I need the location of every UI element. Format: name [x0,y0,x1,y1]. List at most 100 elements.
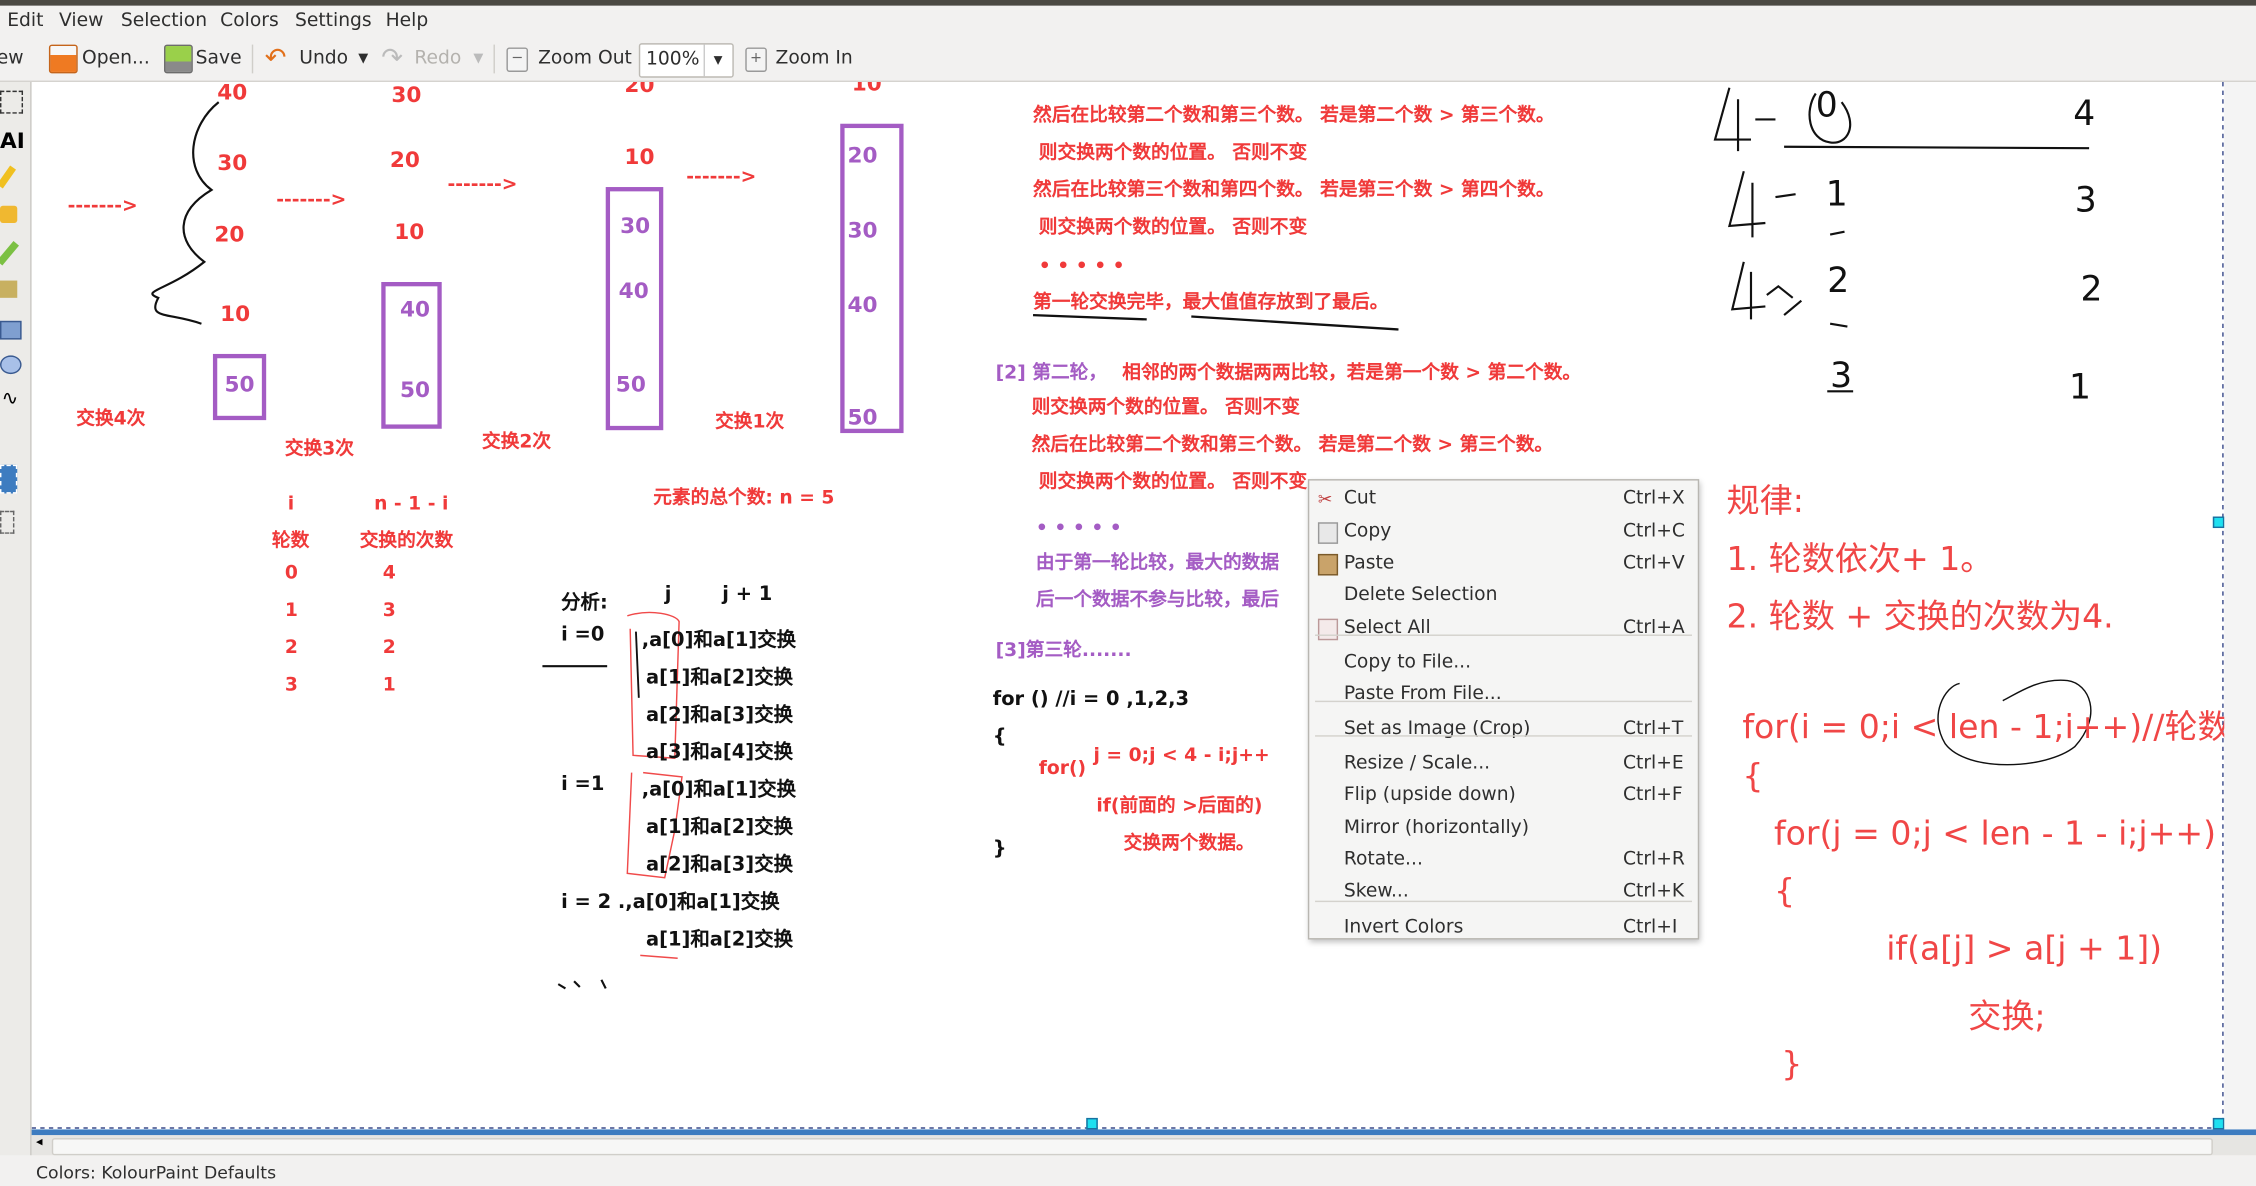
menu-item-shortcut: Ctrl+C [1622,520,1685,543]
unsorted-value: 30 [217,149,248,176]
menu-help[interactable]: Help [386,10,429,32]
chevron-down-icon[interactable]: ▼ [714,53,723,66]
handwritten-number: 3 [1830,355,1853,396]
table-header: i [287,493,295,516]
rule-item: 2. 轮数 + 交换的次数为4. [1726,598,2114,636]
statusbar: Colors: KolourPaint Defaults [0,1155,2256,1186]
zoom-out-button[interactable]: Zoom Out [538,47,632,69]
sorted-value: 40 [618,277,649,304]
zoom-value[interactable]: 100% [646,49,699,71]
menu-view[interactable]: View [59,10,103,32]
save-icon [164,44,193,74]
menu-item-invert-colors[interactable]: Invert Colors Ctrl+I [1309,912,1697,944]
curve-tool-icon[interactable]: ∿ [1,387,18,410]
unsorted-value: 10 [624,143,655,170]
scroll-left-arrow-icon[interactable]: ◂ [36,1135,43,1149]
menu-item-skew[interactable]: Skew... Ctrl+K [1309,876,1697,908]
ellipse-tool-icon[interactable] [0,355,22,375]
sorted-value: 50 [847,404,878,431]
redo-icon: ↷ [381,43,403,74]
handwritten-number: 1 [2068,366,2091,408]
swap-count-label: 交换1次 [715,411,785,434]
selection-mode-opaque-icon[interactable] [0,464,18,494]
text-tool-icon[interactable]: AI [0,128,25,154]
menu-edit[interactable]: Edit [7,10,43,32]
menu-item-rotate[interactable]: Rotate... Ctrl+R [1309,845,1697,877]
selection-mode-transparent-icon[interactable] [0,510,15,534]
menu-item-select-all[interactable]: Select All Ctrl+A [1309,613,1697,645]
menu-item-flip-upside-down[interactable]: Flip (upside down) Ctrl+F [1309,780,1697,812]
selection-resize-handle[interactable] [2212,1117,2225,1130]
zoom-in-button[interactable]: Zoom In [776,47,853,69]
unsorted-value: 10 [220,300,251,327]
menu-item-label: Mirror (horizontally) [1343,817,1530,839]
open-icon [48,44,78,74]
unsorted-value: 40 [217,82,248,106]
rectangle-tool-icon[interactable] [0,320,22,340]
menu-item-label: Invert Colors [1343,916,1464,939]
menu-separator [1315,634,1693,636]
scrollbar-thumb[interactable] [51,1138,2213,1156]
eraser-tool-icon[interactable] [0,280,18,298]
menu-item-delete-selection[interactable]: Delete Selection [1309,580,1697,612]
table-cell: 1 [284,599,298,622]
menu-selection[interactable]: Selection [121,10,207,32]
handwritten-number: 3 [2074,179,2097,221]
color-picker-tool-icon[interactable] [0,240,19,266]
menu-separator [1315,900,1693,903]
zoom-combo[interactable]: 100% ▼ [638,43,734,78]
undo-button[interactable]: Undo [299,47,348,69]
table-cell: 2 [382,637,396,659]
toolbar-separator [251,44,254,74]
round-label: i =0 [561,622,605,647]
sorted-value: 40 [399,296,431,323]
comparison-line: a[1]和a[2]交换 [646,815,794,839]
selection-resize-handle[interactable] [1086,1117,1098,1130]
table-cell: 4 [382,562,396,585]
save-button[interactable]: Save [196,47,242,69]
menu-item-cut[interactable]: ✂ Cut Ctrl+X [1309,483,1697,515]
drawing-canvas[interactable]: 40 30 20 10 50 30 20 10 40 50 20 10 30 40 50 10 20 30 40 50… [31,82,2225,1130]
rules-title: 规律: [1726,483,1804,521]
code-line: if(前面的 >后面的) [1096,795,1263,818]
menu-item-resize-scale[interactable]: Resize / Scale... Ctrl+E [1309,748,1697,780]
menu-colors[interactable]: Colors [220,10,279,32]
selection-resize-handle[interactable] [2212,516,2225,529]
rect-select-tool-icon[interactable] [0,90,24,114]
menu-item-paste-from-file[interactable]: Paste From File... [1309,679,1697,711]
comparison-line: a[1]和a[2]交换 [646,928,794,952]
toolbar-separator [493,44,495,74]
redo-button[interactable]: Redo [414,47,461,69]
horizontal-scrollbar[interactable]: ◂ [31,1135,2256,1156]
ellipsis-stroke [557,979,607,990]
menu-item-copy-to-file[interactable]: Copy to File... [1309,647,1697,679]
menu-item-paste[interactable]: Paste Ctrl+V [1309,548,1697,580]
menu-item-copy[interactable]: Copy Ctrl+C [1309,517,1697,549]
menu-settings[interactable]: Settings [295,10,372,32]
table-cell: 0 [284,562,298,585]
note-line: 则交换两个数的位置。 否则不变 [1038,142,1308,165]
paste-icon [1317,553,1339,576]
sorted-value: 50 [224,371,255,398]
open-button[interactable]: Open... [82,47,150,69]
menu-item-mirror-horizontally[interactable]: Mirror (horizontally) [1309,813,1697,845]
copy-icon [1317,522,1339,544]
sorted-value: 50 [615,371,646,398]
redo-dropdown-arrow-icon[interactable]: ▼ [473,52,483,66]
comparison-line: a[1]和a[2]交换 [646,666,794,690]
code-line: { [1742,758,1764,796]
new-button[interactable]: New [0,47,24,69]
arrow-label: -------> [67,195,138,218]
context-menu: ✂ Cut Ctrl+X Copy Ctrl+C Paste Ctrl+V Delete Se… [1307,479,1700,940]
note-line: 相邻的两个数据两两比较，若是第一个数 > 第二个数。 [1122,362,1582,385]
total-count-label: 元素的总个数: n = 5 [653,487,835,510]
fill-tool-icon[interactable] [0,205,18,224]
kolourpaint-window: Edit View Selection Colors Settings Help… [0,0,2256,1186]
menu-item-set-as-image-crop[interactable]: Set as Image (Crop) Ctrl+T [1309,714,1697,746]
table-header: 轮数 [271,530,310,553]
combo-divider [703,44,706,77]
undo-dropdown-arrow-icon[interactable]: ▼ [358,52,368,66]
unsorted-value: 10 [394,218,425,245]
underline-stroke [1033,313,1399,331]
pen-tool-icon[interactable] [0,165,17,189]
